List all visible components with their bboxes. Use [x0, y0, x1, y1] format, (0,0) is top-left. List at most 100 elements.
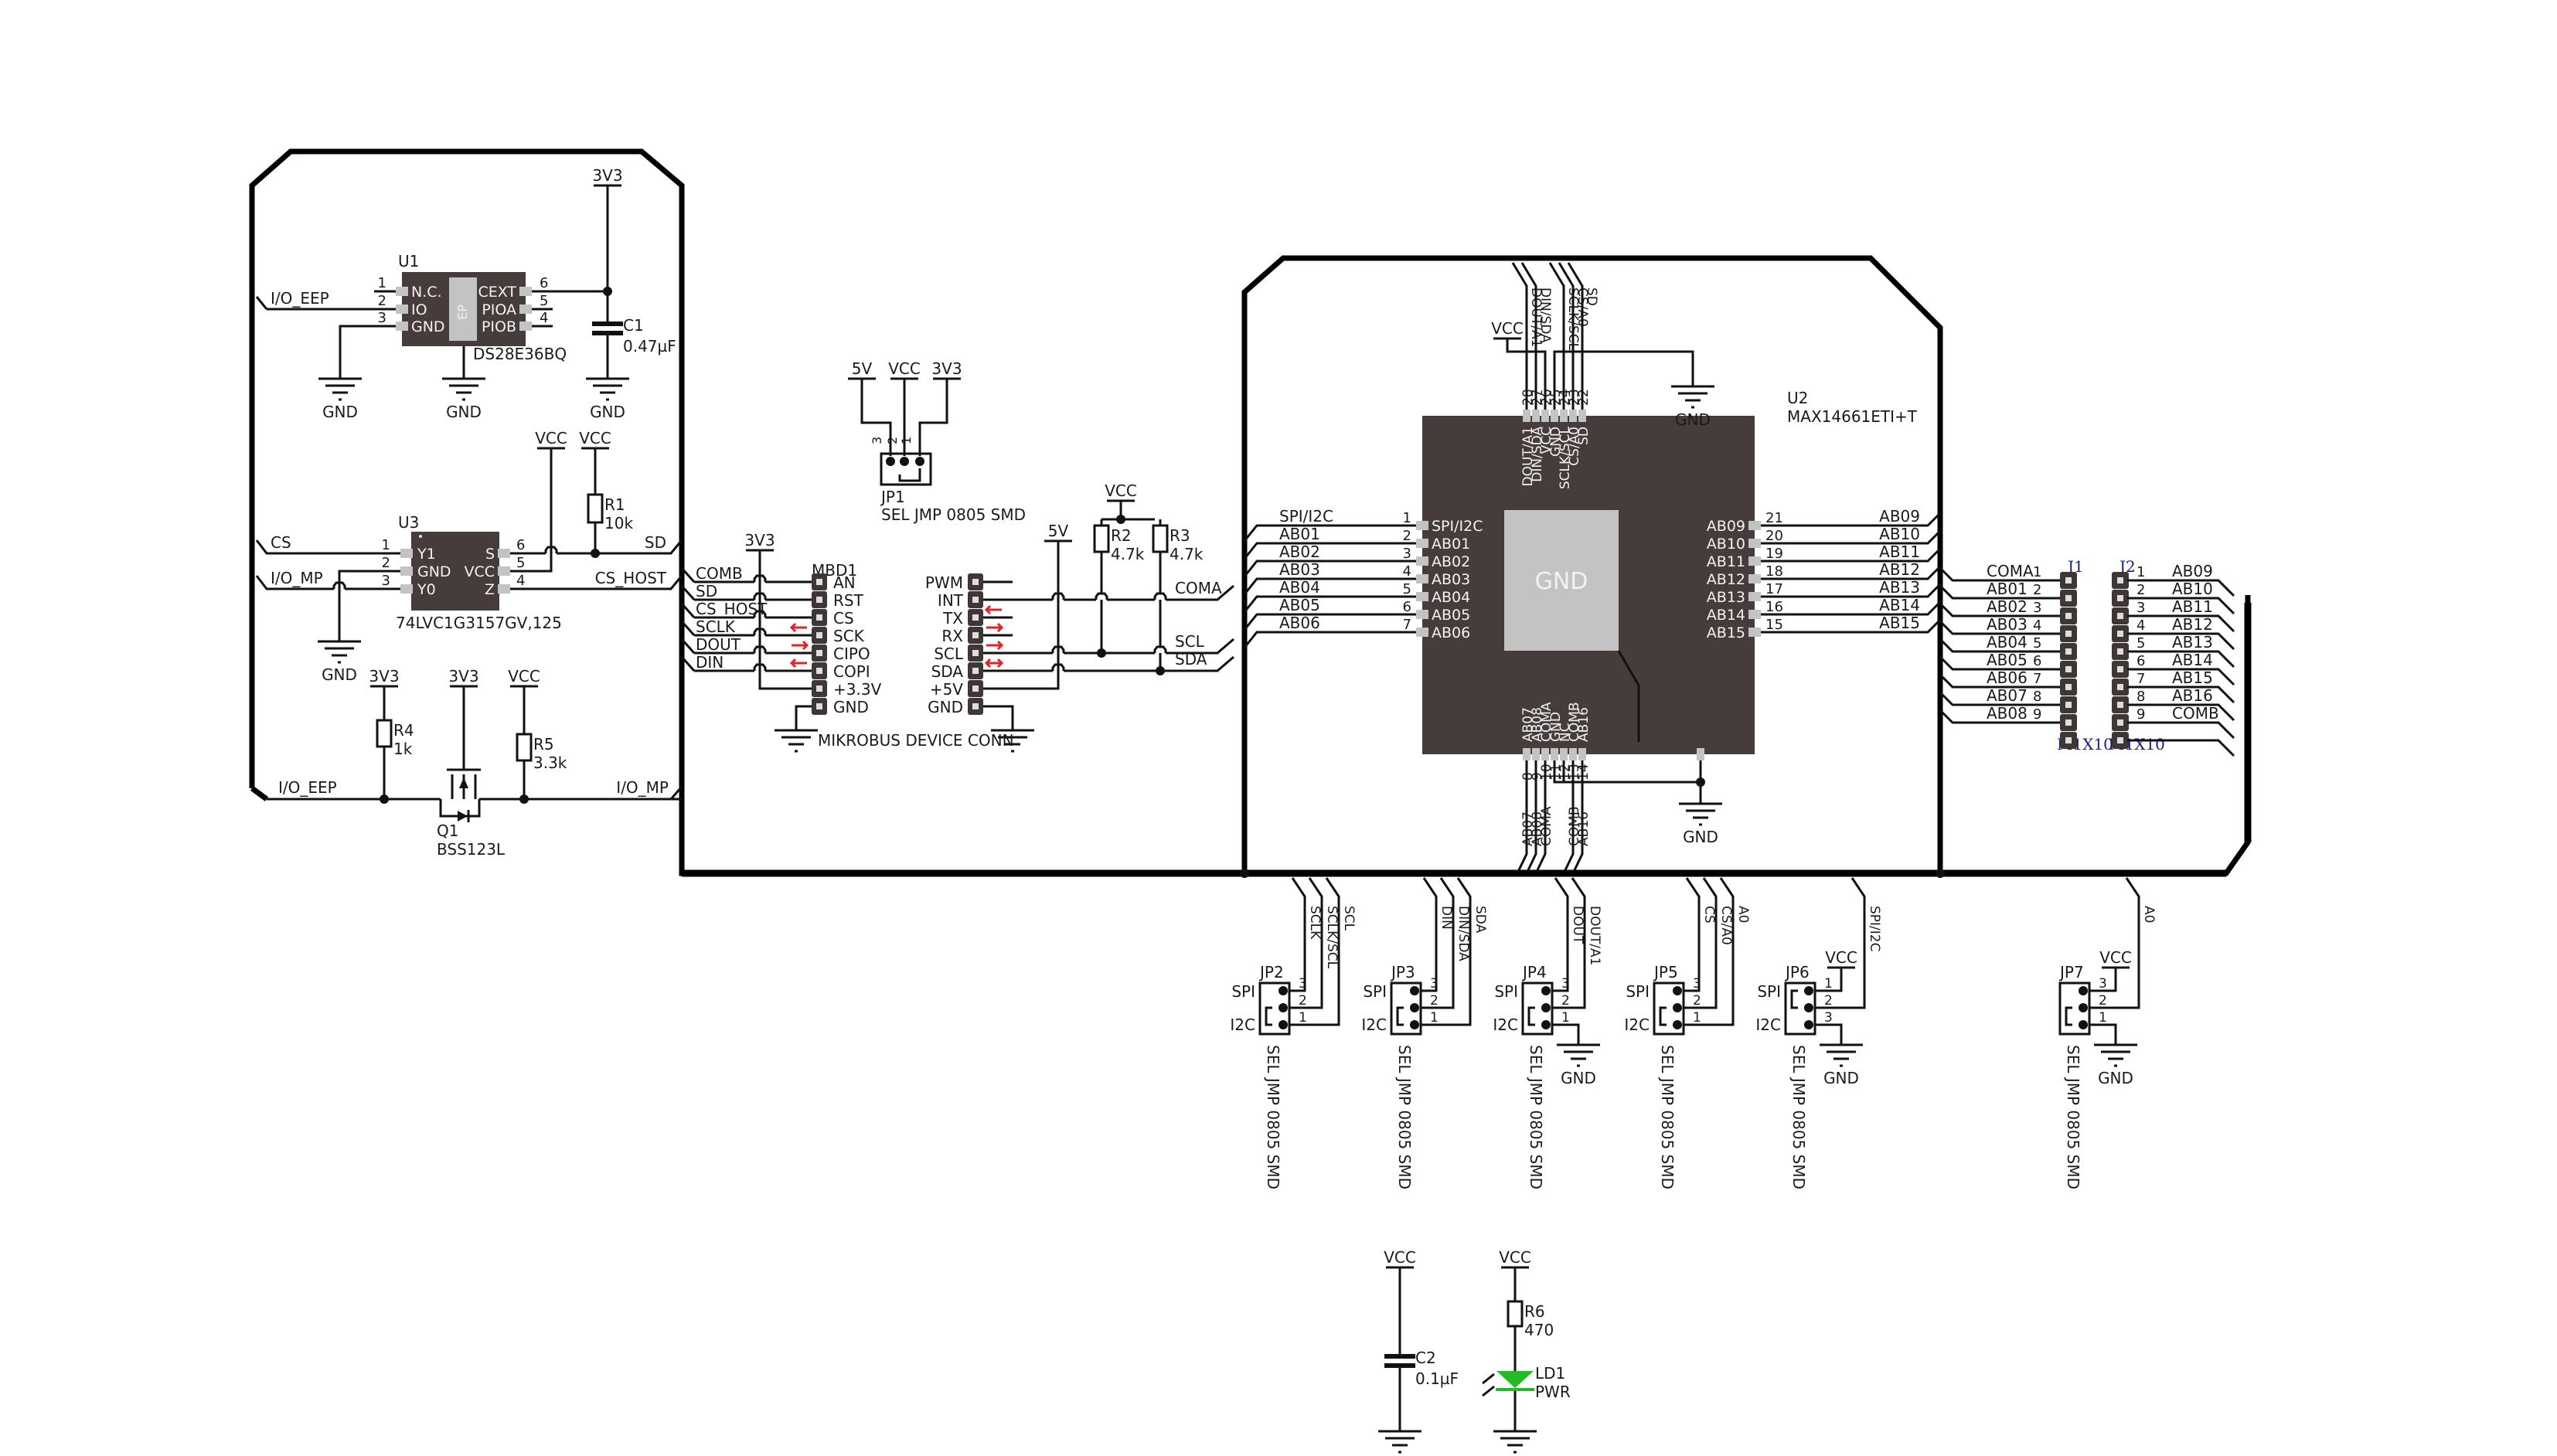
u2-net-label: AB05: [1279, 596, 1320, 614]
mbd1-pin-pad: [816, 650, 822, 656]
wire: [758, 550, 812, 690]
u3-pin-name: Z: [485, 581, 495, 598]
u1-pin-pad: [396, 321, 408, 331]
u3-pin-num: 2: [382, 555, 390, 571]
junction-dot: [2079, 1020, 2088, 1029]
jumper-bridge: [2065, 1006, 2072, 1026]
junction-dot: [2079, 1003, 2088, 1012]
j1-pin-num: 1: [2033, 564, 2041, 580]
mosfet-arrow: [459, 777, 468, 788]
ground-label: GND: [2098, 1069, 2133, 1087]
ground-label: GND: [1561, 1069, 1596, 1087]
jumper-spi-label: SPI: [1626, 982, 1650, 1001]
u2-pin-pad: [1416, 592, 1428, 601]
jumper-i2c-label: I2C: [1361, 1015, 1387, 1034]
supply-symbol: 3V3: [931, 359, 962, 380]
mbd1-pin-pad: [972, 650, 979, 656]
pin-pad: [2065, 719, 2072, 726]
u1-pin-name: CEXT: [478, 284, 516, 301]
u2-pin-name: AB11: [1707, 553, 1745, 570]
pin-pad: [2117, 666, 2123, 672]
j1-net-label: AB01: [1987, 580, 2028, 598]
u2-net-label: AB01: [1279, 525, 1320, 543]
u2-pin-num: 14: [1576, 764, 1592, 781]
ground-symbol: [775, 729, 818, 753]
mbd1-pin-pad: [816, 668, 822, 674]
jumper-net-label: SPI/I2C: [1867, 906, 1882, 951]
u1-pin-name: PIOA: [482, 301, 516, 318]
supply-label: 3V3: [369, 667, 399, 685]
wire: [1552, 1023, 1580, 1045]
junction-dot: [1804, 986, 1813, 995]
u2-pin-pad: [1569, 748, 1577, 760]
mbd1-pin-pad: [972, 685, 979, 692]
j1-pin-num: 8: [2033, 689, 2041, 705]
mbd1-right-pin-name: SCL: [934, 645, 964, 663]
net-ab03: [1243, 577, 1416, 595]
u2-part: MAX14661ETI+T: [1787, 407, 1918, 426]
pin-pad: [2065, 631, 2072, 637]
wire: [255, 296, 268, 310]
supply-label: VCC: [1499, 1248, 1531, 1267]
j1-pin-num: 5: [2033, 635, 2041, 651]
ground-symbol: GND: [318, 377, 362, 421]
junction-dot: [1278, 1020, 1288, 1029]
jumper-bridge: [1265, 1006, 1272, 1026]
ground-label: GND: [322, 403, 358, 421]
wire: [1815, 1023, 1843, 1045]
pin-pad: [2117, 737, 2123, 743]
ground-symbol: GND: [1557, 1043, 1600, 1087]
jumper-part: SEL JMP 0805 SMD: [1527, 1045, 1545, 1189]
mbd1-net-label: SD: [696, 582, 717, 600]
ground-label: GND: [1675, 410, 1711, 429]
supply-symbol: VCC: [508, 667, 540, 688]
jumper-jp6: JP6SPI I2C 123 SEL JMP 0805 SMD SPI/I2C GND VC…: [1755, 877, 1882, 1189]
j1-pin-num: 9: [2033, 706, 2041, 723]
mbd1-pin-pad: [972, 614, 979, 621]
jumper-net-wire: [2089, 877, 2140, 1009]
net-label: I/O_MP: [616, 778, 669, 797]
net-label-sd: SD: [645, 533, 666, 552]
u2-epad-pin: [1697, 748, 1704, 760]
u3-pin-pad: [498, 584, 510, 594]
u3-pin-num: 5: [516, 555, 525, 571]
mbd1-pin-pad: [972, 668, 979, 674]
u2-pin-name: AB16: [1576, 707, 1592, 742]
u3-pin-name: VCC: [464, 563, 495, 580]
u2-pin-pad: [1748, 610, 1761, 619]
supply-symbol: 3V3: [369, 667, 400, 688]
net-ab04: [1243, 595, 1416, 613]
capacitor-ref: C1: [623, 316, 644, 335]
q1-part: BSS123L: [437, 840, 506, 859]
jumper-net-wire: [1684, 877, 1735, 1026]
mbd1-pin-pad: [816, 597, 822, 603]
jumper-pin-num: 1: [1693, 1010, 1701, 1026]
led-emission-arrow: [1482, 1385, 1495, 1397]
led-emission-arrow: [1482, 1373, 1495, 1385]
mbd1-net-label: DIN: [696, 653, 724, 672]
resistor-body: [1152, 524, 1169, 553]
supply-label: 5V: [852, 359, 873, 378]
ground-label: GND: [322, 665, 357, 684]
jumper-ref: JP7: [2058, 963, 2084, 981]
u3-pin-name: Y0: [417, 581, 436, 598]
u2-pin-pad: [1748, 556, 1761, 566]
supply-symbol: 3V3: [448, 667, 479, 688]
mbd1-left-pin-name: +3.3V: [833, 680, 882, 699]
u3-pin-pad: [498, 549, 510, 558]
u2-epad-label: GND: [1535, 568, 1588, 595]
pin-pad: [2065, 684, 2072, 690]
mbd1-pin-pad: [972, 597, 979, 603]
jumper-part: SEL JMP 0805 SMD: [2064, 1045, 2082, 1189]
ground-label: GND: [1823, 1069, 1859, 1087]
jumper-pin-num: 2: [2099, 993, 2107, 1009]
jumper-net-label: SCLK/SCL: [1324, 906, 1340, 969]
u1-ep-label: EP: [455, 304, 470, 320]
j1-pin-num: 4: [2033, 617, 2041, 634]
u2-pin-pad: [1532, 748, 1540, 760]
resistor-ref: R5: [533, 735, 554, 754]
cap-plate: [1384, 1363, 1415, 1368]
u2-pin-num: 2: [1403, 528, 1411, 544]
u2-pin-num: 21: [1765, 510, 1783, 526]
net-label-io-mp: I/O_MP: [271, 569, 323, 587]
